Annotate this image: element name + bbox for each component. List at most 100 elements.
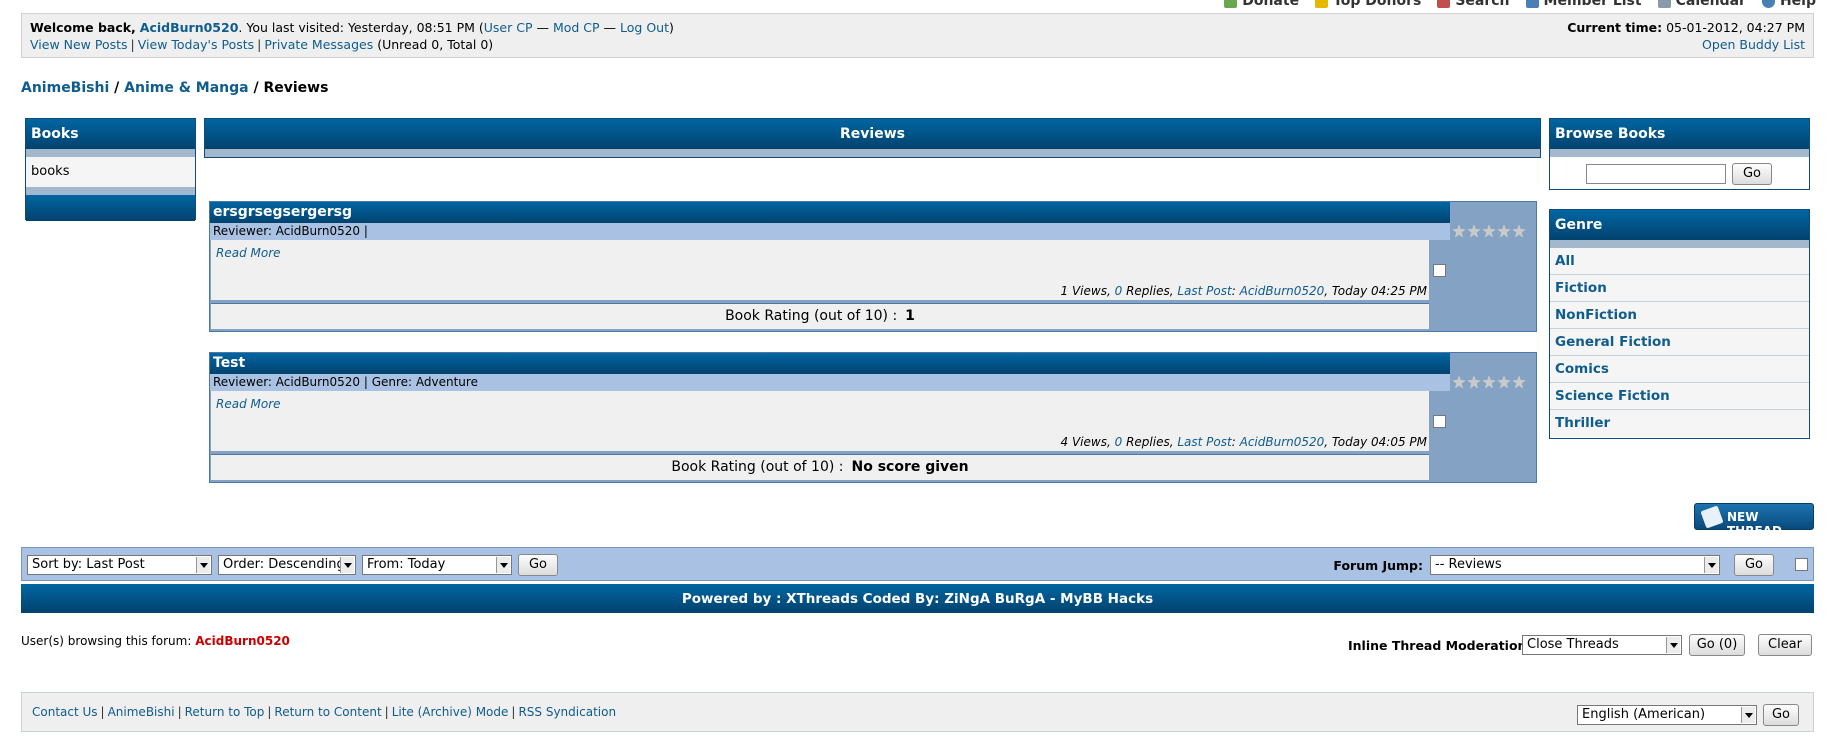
select-all-checkbox[interactable]: [1795, 558, 1808, 571]
inline-moderation-select[interactable]: Close Threads: [1522, 635, 1682, 655]
genre-title: Genre: [1550, 210, 1809, 240]
star-icon[interactable]: [1497, 375, 1511, 389]
sort-by-select[interactable]: Sort by: Last Post: [27, 555, 212, 575]
welcome-panel: Welcome back, AcidBurn0520. You last vis…: [21, 13, 1814, 58]
last-post-user-link[interactable]: AcidBurn0520: [1240, 435, 1325, 449]
footer-home[interactable]: AnimeBishi: [108, 705, 175, 719]
sort-bar: Sort by: Last Post Order: Descending Fro…: [21, 547, 1814, 581]
private-messages-link[interactable]: Private Messages: [264, 37, 373, 52]
open-buddy-list-link[interactable]: Open Buddy List: [1702, 37, 1805, 52]
language-go-button[interactable]: Go: [1763, 704, 1799, 726]
review-title[interactable]: ersgrsegsergersg: [210, 202, 1450, 223]
browse-go-button[interactable]: Go: [1732, 163, 1772, 185]
clear-button[interactable]: Clear: [1758, 634, 1812, 656]
menu-donate[interactable]: Donate: [1224, 0, 1299, 9]
donors-icon: [1315, 0, 1329, 8]
review-body: Read More 1 Views, 0 Replies, Last Post:…: [211, 240, 1429, 300]
browsing-user-link[interactable]: AcidBurn0520: [195, 634, 290, 648]
breadcrumb-section[interactable]: Anime & Manga: [124, 80, 248, 96]
books-link[interactable]: books: [31, 164, 69, 179]
calendar-icon: [1657, 0, 1671, 8]
review-card: ersgrsegsergersg Reviewer: AcidBurn0520 …: [209, 201, 1537, 332]
quick-links: View New Posts | View Today's Posts | Privat…: [30, 37, 494, 52]
breadcrumb: AnimeBishi / Anime & Manga / Reviews: [21, 80, 329, 96]
select-checkbox[interactable]: [1433, 415, 1446, 428]
menu-member-list[interactable]: Member List: [1525, 0, 1642, 9]
donate-icon: [1224, 0, 1238, 8]
chevron-down-icon: [496, 557, 510, 573]
rating-stars[interactable]: [1452, 375, 1526, 389]
genre-general-fiction[interactable]: General Fiction: [1555, 334, 1671, 350]
review-stats: 1 Views, 0 Replies, Last Post: AcidBurn0…: [1060, 284, 1427, 298]
powered-by-bar: Powered by : XThreads Coded By: ZiNgA Bu…: [21, 584, 1814, 613]
footer: Contact Us | AnimeBishi | Return to Top | Retu…: [21, 692, 1814, 732]
genre-thriller[interactable]: Thriller: [1555, 415, 1610, 431]
footer-contact-us[interactable]: Contact Us: [32, 705, 98, 719]
star-icon[interactable]: [1482, 224, 1496, 238]
new-thread-icon: [1700, 505, 1724, 529]
books-box-title: Books: [26, 119, 195, 149]
genre-fiction[interactable]: Fiction: [1555, 280, 1607, 296]
footer-return-content[interactable]: Return to Content: [274, 705, 381, 719]
books-box: Books books: [25, 118, 196, 221]
chevron-down-icon: [1666, 637, 1680, 653]
review-title[interactable]: Test: [210, 353, 1450, 374]
replies-link[interactable]: 0: [1115, 435, 1123, 449]
mod-cp-link[interactable]: Mod CP: [553, 20, 600, 35]
forum-jump-select[interactable]: -- Reviews: [1430, 555, 1720, 575]
star-icon[interactable]: [1452, 375, 1466, 389]
genre-box: Genre All Fiction NonFiction General Fic…: [1549, 209, 1810, 439]
new-thread-button[interactable]: NEW THREAD: [1694, 503, 1814, 538]
genre-comics[interactable]: Comics: [1555, 361, 1609, 377]
current-time: Current time: 05-01-2012, 04:27 PM: [1567, 20, 1805, 35]
review-meta: Reviewer: AcidBurn0520 | Genre: Adventur…: [210, 374, 1450, 391]
from-select[interactable]: From: Today: [362, 555, 512, 575]
last-post-link[interactable]: Last Post: [1177, 435, 1231, 449]
genre-science-fiction[interactable]: Science Fiction: [1555, 388, 1670, 404]
replies-link[interactable]: 0: [1115, 284, 1123, 298]
star-icon[interactable]: [1452, 224, 1466, 238]
view-today-posts-link[interactable]: View Today's Posts: [138, 37, 254, 52]
menu-top-donors[interactable]: Top Donors: [1315, 0, 1421, 9]
menu-calendar[interactable]: Calendar: [1657, 0, 1746, 9]
rating-stars[interactable]: [1452, 224, 1526, 238]
star-icon[interactable]: [1467, 224, 1481, 238]
user-cp-link[interactable]: User CP: [484, 20, 533, 35]
language-select[interactable]: English (American): [1577, 705, 1757, 725]
genre-all[interactable]: All: [1555, 253, 1575, 269]
inline-go-button[interactable]: Go (0): [1689, 634, 1745, 656]
reviews-box: Reviews: [204, 118, 1541, 158]
read-more-link[interactable]: Read More: [216, 246, 281, 260]
help-icon: [1761, 0, 1775, 8]
chevron-down-icon: [340, 557, 354, 573]
star-icon[interactable]: [1497, 224, 1511, 238]
footer-rss[interactable]: RSS Syndication: [518, 705, 616, 719]
breadcrumb-home[interactable]: AnimeBishi: [21, 80, 109, 96]
star-icon[interactable]: [1512, 224, 1526, 238]
last-post-link[interactable]: Last Post: [1177, 284, 1231, 298]
star-icon[interactable]: [1467, 375, 1481, 389]
star-icon[interactable]: [1512, 375, 1526, 389]
genre-nonfiction[interactable]: NonFiction: [1555, 307, 1637, 323]
read-more-link[interactable]: Read More: [216, 397, 281, 411]
chevron-down-icon: [1741, 707, 1755, 723]
footer-lite-mode[interactable]: Lite (Archive) Mode: [392, 705, 509, 719]
review-meta: Reviewer: AcidBurn0520 |: [210, 223, 1450, 240]
footer-return-top[interactable]: Return to Top: [185, 705, 265, 719]
sort-go-button[interactable]: Go: [518, 554, 558, 576]
welcome-line: Welcome back, AcidBurn0520. You last vis…: [30, 20, 674, 35]
logout-link[interactable]: Log Out: [620, 20, 669, 35]
order-select[interactable]: Order: Descending: [218, 555, 356, 575]
breadcrumb-current: Reviews: [263, 80, 329, 96]
member-list-icon: [1525, 0, 1539, 8]
menu-search[interactable]: Search: [1437, 0, 1510, 9]
last-post-user-link[interactable]: AcidBurn0520: [1240, 284, 1325, 298]
select-checkbox[interactable]: [1433, 264, 1446, 277]
review-body: Read More 4 Views, 0 Replies, Last Post:…: [211, 391, 1429, 451]
forum-jump-go-button[interactable]: Go: [1734, 554, 1774, 576]
view-new-posts-link[interactable]: View New Posts: [30, 37, 128, 52]
star-icon[interactable]: [1482, 375, 1496, 389]
browse-books-input[interactable]: [1586, 164, 1726, 184]
username-link[interactable]: AcidBurn0520: [140, 20, 239, 35]
menu-help[interactable]: Help: [1761, 0, 1816, 9]
